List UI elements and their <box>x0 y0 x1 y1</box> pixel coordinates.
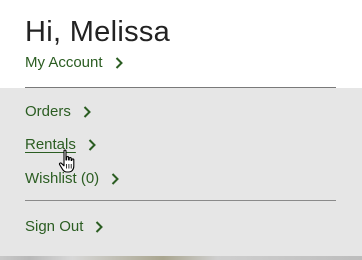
wishlist-link[interactable]: Wishlist (0) <box>25 170 120 188</box>
sign-out-label: Sign Out <box>25 218 84 235</box>
greeting-heading: Hi, Melissa <box>25 16 171 48</box>
chevron-right-icon <box>83 106 91 118</box>
sign-out-link[interactable]: Sign Out <box>25 218 104 236</box>
orders-link[interactable]: Orders <box>25 103 91 121</box>
page-content-edge <box>0 256 362 260</box>
chevron-right-icon <box>115 57 123 69</box>
my-account-label: My Account <box>25 54 103 71</box>
orders-label: Orders <box>25 103 71 120</box>
chevron-right-icon <box>111 173 120 185</box>
menu-divider <box>25 200 336 201</box>
account-dropdown-menu: Hi, Melissa My Account Orders Rentals Wi… <box>0 0 362 260</box>
chevron-right-icon <box>95 221 104 233</box>
wishlist-label: Wishlist (0) <box>25 170 100 187</box>
account-header: Hi, Melissa My Account <box>0 0 362 88</box>
rentals-label: Rentals <box>25 136 76 153</box>
chevron-right-icon <box>88 139 96 151</box>
my-account-link[interactable]: My Account <box>25 54 123 72</box>
rentals-link[interactable]: Rentals <box>25 136 96 154</box>
